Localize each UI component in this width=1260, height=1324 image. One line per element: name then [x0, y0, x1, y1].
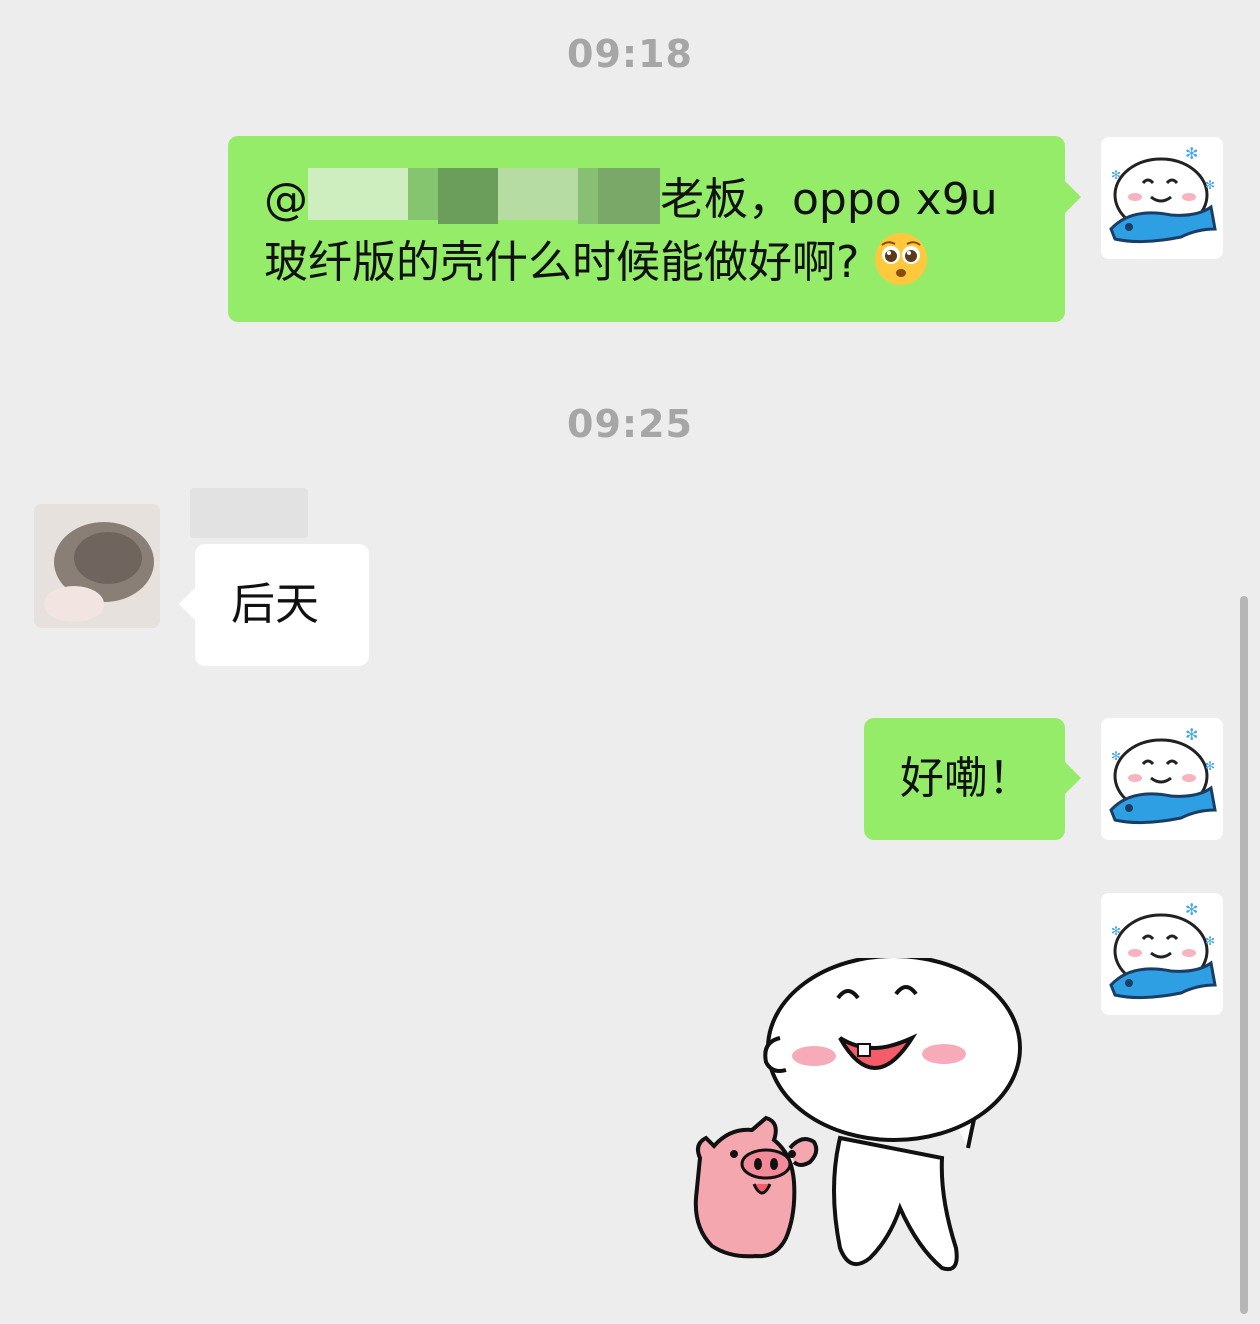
sent-message-bubble[interactable]: 好嘞！	[864, 718, 1065, 840]
message-text: 玻纤版的壳什么时候能做好啊?	[264, 237, 860, 288]
contact-avatar[interactable]	[34, 504, 160, 628]
bubble-tail	[1065, 762, 1081, 794]
bubble-tail	[1065, 181, 1081, 213]
message-text: 老板，oppo x9u	[660, 174, 998, 225]
message-line-2: 玻纤版的壳什么时候能做好啊?	[264, 231, 1065, 294]
message-text: 好嘞！	[900, 753, 1032, 804]
dumpling-fish-avatar-icon: ✻ ✻ ✻	[1101, 137, 1223, 259]
timestamp: 09:25	[567, 402, 693, 446]
dumpling-fish-avatar-icon: ✻ ✻ ✻	[1101, 893, 1223, 1015]
svg-text:✻: ✻	[1185, 144, 1198, 163]
timestamp: 09:18	[567, 32, 693, 76]
svg-text:✻: ✻	[1205, 178, 1215, 192]
pig-character	[693, 1115, 819, 1259]
scrollbar[interactable]	[1240, 596, 1248, 1314]
svg-text:✻: ✻	[1111, 749, 1121, 763]
pleading-face-icon	[875, 233, 928, 285]
received-message-bubble[interactable]: 后天	[195, 544, 369, 666]
my-avatar[interactable]: ✻ ✻ ✻	[1101, 893, 1223, 1015]
dumpling-fish-avatar-icon: ✻ ✻ ✻	[1101, 718, 1223, 840]
sent-message-bubble[interactable]: @ 老板，oppo x9u 玻纤版的壳什么时候能做好啊?	[228, 136, 1065, 322]
sticker-message[interactable]	[690, 954, 1030, 1276]
redacted-avatar-icon	[34, 504, 160, 628]
my-avatar[interactable]: ✻ ✻ ✻	[1101, 718, 1223, 840]
bubble-tail	[179, 588, 195, 620]
svg-text:✻: ✻	[1111, 168, 1121, 182]
message-line-1: @ 老板，oppo x9u	[264, 168, 1065, 231]
svg-text:✻: ✻	[1205, 759, 1215, 773]
mention-prefix: @	[264, 174, 308, 225]
chat-window[interactable]: 09:18 @ 老板，oppo x9u 玻纤版的壳什么时候能做好啊? ✻ ✻ ✻…	[0, 0, 1260, 1324]
message-text: 后天	[231, 579, 319, 630]
svg-text:✻: ✻	[1185, 725, 1198, 744]
svg-text:✻: ✻	[1185, 900, 1198, 919]
redacted-name	[308, 168, 660, 224]
dumpling-and-pig-sticker-icon	[693, 954, 1022, 1271]
svg-text:✻: ✻	[1111, 924, 1121, 938]
my-avatar[interactable]: ✻ ✻ ✻	[1101, 137, 1223, 259]
contact-name-redacted	[190, 488, 308, 538]
svg-text:✻: ✻	[1205, 934, 1215, 948]
